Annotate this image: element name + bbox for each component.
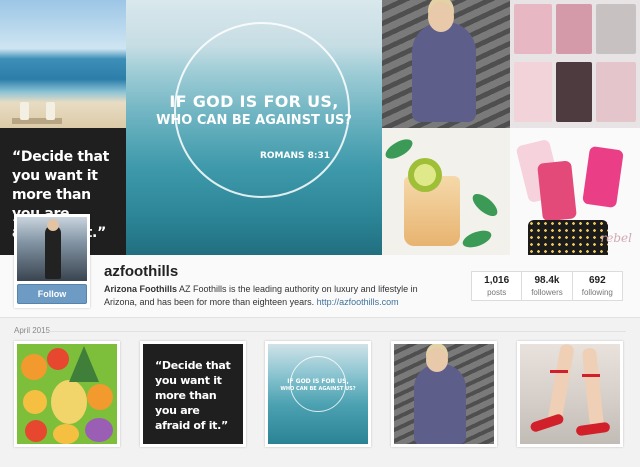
follow-button[interactable]: Follow: [17, 284, 87, 304]
profile-username: azfoothills: [104, 263, 179, 280]
fruit-piece: [47, 348, 69, 370]
fruit-piece: [53, 424, 79, 444]
leg: [581, 347, 605, 429]
phone-case: [537, 160, 577, 222]
runner-figure: [414, 364, 466, 444]
runner-head: [426, 348, 448, 372]
stat-followers[interactable]: 98.4k followers: [522, 272, 573, 300]
pineapple-crown: [69, 346, 99, 382]
profile-bio: Arizona Foothills AZ Foothills is the le…: [104, 283, 450, 309]
verse-line-2: WHO CAN BE AGAINST US?: [156, 113, 352, 128]
stat-value: 1,016: [484, 275, 510, 286]
runner-figure: [412, 22, 476, 122]
shoe-strap: [582, 374, 600, 377]
mosaic-cocktail-photo[interactable]: [382, 128, 510, 255]
bio-website-link[interactable]: http://azfoothills.com: [317, 297, 399, 307]
collage-photo: [556, 62, 592, 122]
avatar-figure: [45, 225, 61, 279]
leaf-decoration: [469, 189, 501, 221]
verse-line-1: IF GOD IS FOR US,: [287, 378, 349, 385]
leaf-decoration: [382, 135, 416, 163]
avatar-card: Follow: [14, 214, 90, 308]
post-image-red-heels: [520, 344, 620, 444]
red-heel-shoe: [529, 412, 565, 434]
shoe-strap: [550, 370, 568, 373]
leaf-decoration: [460, 227, 494, 251]
profile-stats: 1,016 posts 98.4k followers 692 followin…: [471, 271, 623, 301]
post-image-bible-verse: IF GOD IS FOR US, WHO CAN BE AGAINST US?: [268, 344, 368, 444]
post-thumbnail[interactable]: [391, 341, 497, 447]
collage-photo: [596, 62, 636, 122]
stat-value: 692: [588, 275, 606, 286]
fruit-piece: [21, 354, 47, 380]
fruit-piece: [85, 418, 113, 442]
stat-posts[interactable]: 1,016 posts: [472, 272, 523, 300]
month-heading: April 2015: [14, 326, 51, 335]
runner-head: [428, 2, 454, 32]
fruit-piece: [25, 420, 47, 442]
collage-photo: [514, 62, 552, 122]
stat-label: following: [581, 288, 613, 297]
post-thumbnail[interactable]: [14, 341, 120, 447]
mosaic-portrait-collage[interactable]: [510, 0, 640, 128]
bio-name: Arizona Foothills: [104, 284, 177, 294]
stat-label: posts: [487, 288, 507, 297]
header-mosaic: “Decide that you want it more than you a…: [0, 0, 640, 255]
fruit-piece: [87, 384, 113, 410]
instagram-profile-page: “Decide that you want it more than you a…: [0, 0, 640, 467]
stat-following[interactable]: 692 following: [573, 272, 622, 300]
fruit-piece: [23, 390, 47, 414]
post-thumbnail[interactable]: [517, 341, 623, 447]
stat-value: 98.4k: [534, 275, 560, 286]
mosaic-runner-photo[interactable]: [382, 0, 510, 128]
post-image-runner: [394, 344, 494, 444]
mosaic-bible-verse-photo[interactable]: IF GOD IS FOR US, WHO CAN BE AGAINST US?…: [126, 0, 382, 255]
post-thumbnail[interactable]: IF GOD IS FOR US, WHO CAN BE AGAINST US?: [265, 341, 371, 447]
pineapple: [51, 380, 87, 424]
profile-header: Follow azfoothills Arizona Foothills AZ …: [0, 214, 640, 318]
red-heel-shoe: [575, 421, 611, 437]
beach-chair: [46, 102, 55, 120]
beach-chair: [20, 102, 29, 120]
avatar-figure-head: [47, 219, 59, 231]
collage-photo: [556, 4, 592, 54]
leg: [547, 344, 575, 425]
collage-photo: [596, 4, 636, 54]
mosaic-phone-cases-photo[interactable]: rebel: [510, 128, 640, 255]
stat-label: followers: [531, 288, 563, 297]
post-quote-text: “Decide that you want it more than you a…: [155, 359, 231, 432]
post-thumbnail[interactable]: “Decide that you want it more than you a…: [140, 341, 246, 447]
polka-dot-clutch: [528, 220, 608, 255]
verse-reference: ROMANS 8:31: [259, 151, 330, 161]
lime-slice: [408, 158, 442, 192]
verse-line-1: IF GOD IS FOR US,: [169, 92, 339, 111]
month-divider: [48, 331, 626, 332]
verse-line-2: WHO CAN BE AGAINST US?: [280, 386, 356, 392]
phone-case: [582, 145, 624, 209]
collage-photo: [514, 4, 552, 54]
post-image-quote: “Decide that you want it more than you a…: [143, 344, 243, 444]
avatar[interactable]: [17, 217, 87, 281]
signature-watermark: rebel: [600, 231, 632, 245]
mosaic-beach-photo[interactable]: [0, 0, 126, 128]
post-image-fruit-platter: [17, 344, 117, 444]
